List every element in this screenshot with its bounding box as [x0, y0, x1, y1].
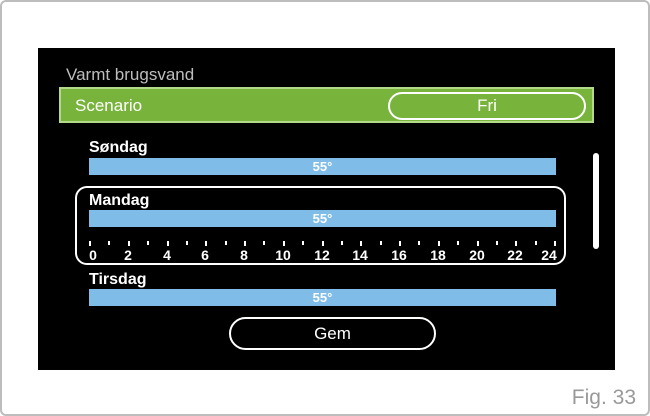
timeline-tick [263, 241, 265, 245]
save-button[interactable]: Gem [229, 317, 436, 350]
day-name-tuesday: Tirsdag [89, 271, 147, 288]
scrollbar[interactable] [593, 153, 599, 249]
timeline-tick [535, 241, 537, 245]
day-name-sunday: Søndag [89, 139, 148, 156]
timeline-tick [438, 241, 440, 246]
timeline-hour-label: 0 [89, 247, 97, 263]
scenario-label: Scenario [75, 96, 143, 115]
figure-label: Fig. 33 [571, 386, 636, 409]
timeline-tick [283, 241, 285, 246]
timeline-hour-label: 20 [469, 247, 485, 263]
day-temp-bar-monday[interactable]: 55° [89, 210, 556, 227]
timeline-hour-label: 14 [352, 247, 368, 263]
timeline-tick [477, 241, 479, 246]
page-title: Varmt brugsvand [66, 65, 195, 84]
timeline-tick [302, 241, 304, 245]
scenario-row[interactable]: Scenario Fri [59, 87, 594, 123]
day-name-monday: Mandag [89, 192, 150, 209]
timeline-hour-label: 12 [314, 247, 330, 263]
timeline-tick [554, 241, 556, 246]
timeline-tick [186, 241, 188, 245]
timeline-tick [147, 241, 149, 245]
timeline-tick [380, 241, 382, 245]
timeline-hour-label: 16 [391, 247, 407, 263]
timeline-hour-label: 24 [541, 247, 557, 263]
timeline-tick [167, 241, 169, 246]
timeline-tick [225, 241, 227, 245]
timeline-hour-label: 22 [507, 247, 523, 263]
timeline-hour-label: 10 [275, 247, 291, 263]
scenario-value-button[interactable]: Fri [388, 92, 586, 120]
timeline-tick [244, 241, 246, 246]
timeline-tick [515, 241, 517, 246]
timeline-hour-label: 4 [163, 247, 171, 263]
timeline-tick [341, 241, 343, 245]
timeline-hour-label: 2 [124, 247, 132, 263]
hour-timeline: 0 2 4 6 8 10 12 14 16 18 20 22 24 [89, 241, 557, 265]
timeline-tick [399, 241, 401, 246]
timeline-tick [496, 241, 498, 245]
timeline-hour-label: 8 [240, 247, 248, 263]
timeline-tick [322, 241, 324, 246]
timeline-tick [418, 241, 420, 245]
timeline-tick [457, 241, 459, 245]
timeline-tick [360, 241, 362, 246]
timeline-tick [89, 241, 91, 246]
timeline-tick [108, 241, 110, 245]
timeline-tick [128, 241, 130, 246]
device-screen: Varmt brugsvand Scenario Fri Søndag 55° … [38, 48, 615, 370]
timeline-hour-label: 18 [430, 247, 446, 263]
day-temp-bar-sunday[interactable]: 55° [89, 158, 556, 175]
timeline-hour-label: 6 [201, 247, 209, 263]
day-temp-bar-tuesday[interactable]: 55° [89, 289, 556, 306]
timeline-tick [205, 241, 207, 246]
